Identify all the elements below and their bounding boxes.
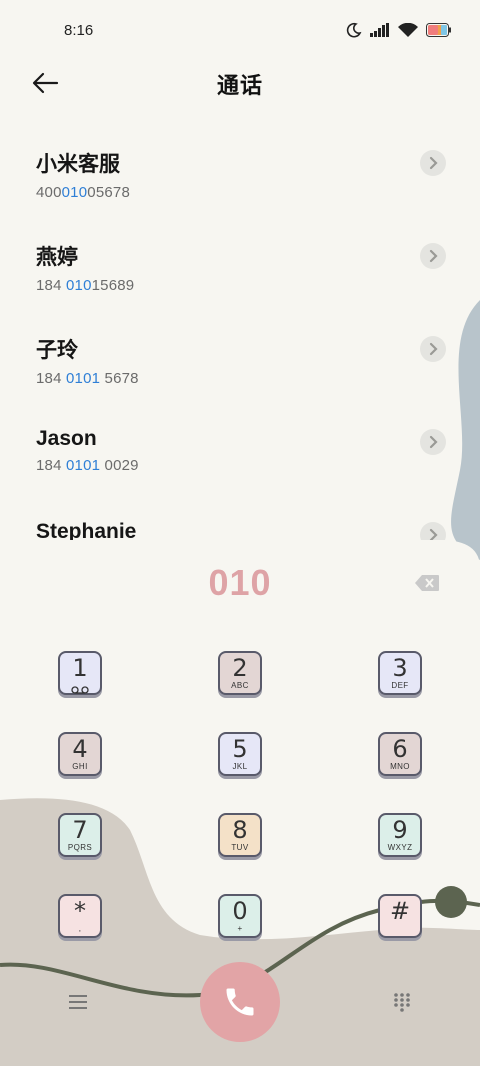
typed-number-display[interactable]: 010	[0, 562, 480, 604]
dial-key-letters: ,	[78, 924, 82, 933]
dial-key-2[interactable]: 2 ABC	[218, 651, 262, 695]
contact-item[interactable]: Stephanie	[36, 520, 446, 540]
backspace-icon[interactable]	[414, 574, 440, 592]
dial-key-7[interactable]: 7 PQRS	[58, 813, 102, 857]
dial-key-digit: 6	[392, 735, 408, 763]
bottom-bar	[0, 960, 480, 1066]
chevron-right-icon	[429, 249, 438, 263]
status-time: 8:16	[64, 22, 94, 39]
dial-key-digit: 0	[232, 897, 248, 925]
chevron-right-icon	[429, 342, 438, 356]
chevron-right-icon	[429, 435, 438, 449]
dial-key-digit: 3	[392, 654, 408, 682]
dial-key-1[interactable]: 1	[58, 651, 102, 695]
contact-name: Jason	[36, 427, 97, 450]
dial-key-0[interactable]: 0 +	[218, 894, 262, 938]
menu-icon[interactable]	[68, 994, 88, 1010]
contact-item[interactable]: Jason 184 0101 0029	[36, 427, 446, 497]
dial-key-letters: JKL	[232, 762, 248, 771]
contact-number: 184 01015689	[36, 277, 135, 294]
contact-name: 小米客服	[36, 153, 120, 176]
dial-key-letters: DEF	[391, 681, 409, 690]
dial-key-star[interactable]: *,	[58, 894, 102, 938]
signal-icon	[370, 23, 389, 37]
dialpad-toggle-icon[interactable]	[392, 992, 412, 1012]
dial-key-8[interactable]: 8 TUV	[218, 813, 262, 857]
contact-name: 燕婷	[36, 246, 78, 269]
call-button[interactable]	[200, 962, 280, 1042]
wifi-icon	[398, 23, 418, 37]
dial-key-hash[interactable]: #	[378, 894, 422, 938]
phone-icon	[226, 988, 254, 1016]
contact-detail-button[interactable]	[420, 336, 446, 362]
dial-key-3[interactable]: 3 DEF	[378, 651, 422, 695]
chevron-right-icon	[429, 156, 438, 170]
contact-item[interactable]: 子玲 184 0101 5678	[36, 334, 446, 404]
contact-item[interactable]: 燕婷 184 01015689	[36, 241, 446, 311]
dial-key-letters: PQRS	[67, 843, 93, 852]
dial-key-letters: ABC	[231, 681, 249, 690]
dial-key-digit: 1	[72, 654, 88, 682]
dial-key-letters: TUV	[231, 843, 249, 852]
dial-key-5[interactable]: 5 JKL	[218, 732, 262, 776]
dial-key-digit: 5	[232, 735, 248, 763]
contact-detail-button[interactable]	[420, 150, 446, 176]
dial-key-digit: 8	[232, 816, 248, 844]
contact-detail-button[interactable]	[420, 429, 446, 455]
voicemail-icon	[71, 686, 89, 694]
dial-key-letters: WXYZ	[387, 843, 413, 852]
dial-key-4[interactable]: 4 GHI	[58, 732, 102, 776]
contact-number: 184 0101 5678	[36, 370, 139, 387]
dial-key-digit: #	[389, 897, 411, 925]
dial-key-9[interactable]: 9 WXYZ	[378, 813, 422, 857]
contact-results-list: 小米客服 40001005678 燕婷 184 01015689 子玲 184 …	[0, 126, 480, 540]
contact-item[interactable]: 小米客服 40001005678	[36, 148, 446, 218]
contact-name: Stephanie	[36, 520, 137, 540]
dial-key-digit: 7	[72, 816, 88, 844]
header: 通话	[0, 62, 480, 106]
contact-detail-button[interactable]	[420, 243, 446, 269]
dial-key-digit: *	[74, 897, 86, 925]
dial-key-letters: +	[237, 924, 243, 933]
contact-number: 184 0101 0029	[36, 457, 139, 474]
dial-key-letters: GHI	[72, 762, 88, 771]
dial-key-letters: MNO	[390, 762, 410, 771]
status-bar: 8:16	[0, 0, 480, 62]
battery-icon	[426, 23, 451, 37]
dial-key-digit: 9	[392, 816, 408, 844]
contact-name: 子玲	[36, 339, 78, 362]
dial-key-6[interactable]: 6 MNO	[378, 732, 422, 776]
contact-number: 40001005678	[36, 184, 130, 201]
dial-key-digit: 4	[72, 735, 88, 763]
dial-key-digit: 2	[232, 654, 248, 682]
moon-icon	[346, 22, 362, 38]
page-title: 通话	[216, 73, 263, 98]
